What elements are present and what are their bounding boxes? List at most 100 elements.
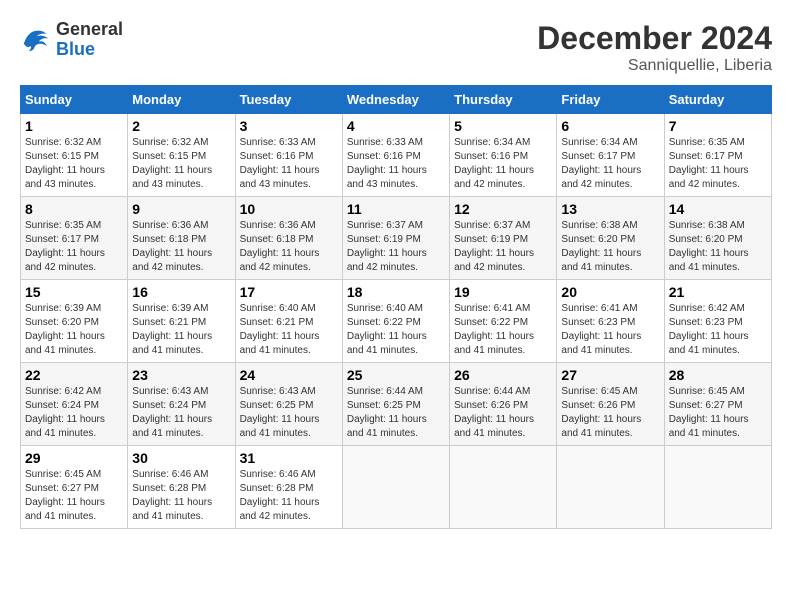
calendar-cell — [342, 446, 449, 529]
day-number: 7 — [669, 118, 767, 134]
day-info: Sunrise: 6:38 AM Sunset: 6:20 PM Dayligh… — [669, 219, 767, 275]
weekday-header: Tuesday — [235, 86, 342, 114]
calendar-cell: 4Sunrise: 6:33 AM Sunset: 6:16 PM Daylig… — [342, 114, 449, 197]
calendar-cell: 17Sunrise: 6:40 AM Sunset: 6:21 PM Dayli… — [235, 280, 342, 363]
day-number: 9 — [132, 201, 230, 217]
day-number: 13 — [561, 201, 659, 217]
day-info: Sunrise: 6:32 AM Sunset: 6:15 PM Dayligh… — [25, 136, 123, 192]
day-info: Sunrise: 6:40 AM Sunset: 6:21 PM Dayligh… — [240, 302, 338, 358]
day-info: Sunrise: 6:45 AM Sunset: 6:27 PM Dayligh… — [669, 385, 767, 441]
calendar-cell: 31 Sunrise: 6:46 AM Sunset: 6:28 PM Dayli… — [235, 446, 342, 529]
day-number: 14 — [669, 201, 767, 217]
day-info: Sunrise: 6:41 AM Sunset: 6:23 PM Dayligh… — [561, 302, 659, 358]
logo: General Blue — [20, 20, 123, 60]
day-number: 11 — [347, 201, 445, 217]
calendar-cell: 3 Sunrise: 6:33 AM Sunset: 6:16 PM Daylig… — [235, 114, 342, 197]
day-number: 19 — [454, 284, 552, 300]
calendar-cell: 18Sunrise: 6:40 AM Sunset: 6:22 PM Dayli… — [342, 280, 449, 363]
calendar-cell: 12 Sunrise: 6:37 AM Sunset: 6:19 PM Dayli… — [450, 197, 557, 280]
day-info: Sunrise: 6:34 AM Sunset: 6:16 PM Dayligh… — [454, 136, 552, 192]
day-info: Sunrise: 6:43 AM Sunset: 6:24 PM Dayligh… — [132, 385, 230, 441]
day-number: 20 — [561, 284, 659, 300]
day-number: 3 — [240, 118, 338, 134]
calendar-cell: 14 Sunrise: 6:38 AM Sunset: 6:20 PM Dayli… — [664, 197, 771, 280]
calendar-week-row: 8Sunrise: 6:35 AM Sunset: 6:17 PM Daylig… — [21, 197, 772, 280]
calendar-cell: 15 Sunrise: 6:39 AM Sunset: 6:20 PM Dayli… — [21, 280, 128, 363]
calendar-header-row: SundayMondayTuesdayWednesdayThursdayFrid… — [21, 86, 772, 114]
calendar-cell: 21 Sunrise: 6:42 AM Sunset: 6:23 PM Dayli… — [664, 280, 771, 363]
day-number: 26 — [454, 367, 552, 383]
calendar-cell — [664, 446, 771, 529]
calendar-cell: 13 Sunrise: 6:38 AM Sunset: 6:20 PM Dayli… — [557, 197, 664, 280]
day-number: 25 — [347, 367, 445, 383]
calendar-cell: 5 Sunrise: 6:34 AM Sunset: 6:16 PM Daylig… — [450, 114, 557, 197]
day-info: Sunrise: 6:42 AM Sunset: 6:23 PM Dayligh… — [669, 302, 767, 358]
calendar-table: SundayMondayTuesdayWednesdayThursdayFrid… — [20, 85, 772, 529]
calendar-cell: 8Sunrise: 6:35 AM Sunset: 6:17 PM Daylig… — [21, 197, 128, 280]
calendar-cell: 30 Sunrise: 6:46 AM Sunset: 6:28 PM Dayli… — [128, 446, 235, 529]
calendar-week-row: 15 Sunrise: 6:39 AM Sunset: 6:20 PM Dayli… — [21, 280, 772, 363]
calendar-cell: 22Sunrise: 6:42 AM Sunset: 6:24 PM Dayli… — [21, 363, 128, 446]
page-subtitle: Sanniquellie, Liberia — [537, 57, 772, 75]
calendar-cell: 20 Sunrise: 6:41 AM Sunset: 6:23 PM Dayli… — [557, 280, 664, 363]
day-info: Sunrise: 6:34 AM Sunset: 6:17 PM Dayligh… — [561, 136, 659, 192]
weekday-header: Friday — [557, 86, 664, 114]
calendar-cell — [450, 446, 557, 529]
calendar-week-row: 29Sunrise: 6:45 AM Sunset: 6:27 PM Dayli… — [21, 446, 772, 529]
day-info: Sunrise: 6:44 AM Sunset: 6:26 PM Dayligh… — [454, 385, 552, 441]
day-number: 30 — [132, 450, 230, 466]
calendar-cell: 6 Sunrise: 6:34 AM Sunset: 6:17 PM Daylig… — [557, 114, 664, 197]
day-number: 16 — [132, 284, 230, 300]
day-info: Sunrise: 6:32 AM Sunset: 6:15 PM Dayligh… — [132, 136, 230, 192]
calendar-cell: 19 Sunrise: 6:41 AM Sunset: 6:22 PM Dayli… — [450, 280, 557, 363]
calendar-cell: 26 Sunrise: 6:44 AM Sunset: 6:26 PM Dayli… — [450, 363, 557, 446]
calendar-cell: 23 Sunrise: 6:43 AM Sunset: 6:24 PM Dayli… — [128, 363, 235, 446]
calendar-cell: 16Sunrise: 6:39 AM Sunset: 6:21 PM Dayli… — [128, 280, 235, 363]
day-number: 2 — [132, 118, 230, 134]
day-number: 31 — [240, 450, 338, 466]
weekday-header: Monday — [128, 86, 235, 114]
weekday-header: Thursday — [450, 86, 557, 114]
day-number: 24 — [240, 367, 338, 383]
day-info: Sunrise: 6:36 AM Sunset: 6:18 PM Dayligh… — [240, 219, 338, 275]
calendar-cell: 2 Sunrise: 6:32 AM Sunset: 6:15 PM Daylig… — [128, 114, 235, 197]
calendar-cell: 10 Sunrise: 6:36 AM Sunset: 6:18 PM Dayli… — [235, 197, 342, 280]
day-info: Sunrise: 6:46 AM Sunset: 6:28 PM Dayligh… — [240, 468, 338, 524]
weekday-header: Saturday — [664, 86, 771, 114]
day-number: 23 — [132, 367, 230, 383]
day-info: Sunrise: 6:46 AM Sunset: 6:28 PM Dayligh… — [132, 468, 230, 524]
calendar-week-row: 1Sunrise: 6:32 AM Sunset: 6:15 PM Daylig… — [21, 114, 772, 197]
day-number: 21 — [669, 284, 767, 300]
day-info: Sunrise: 6:37 AM Sunset: 6:19 PM Dayligh… — [347, 219, 445, 275]
calendar-cell — [557, 446, 664, 529]
weekday-header: Sunday — [21, 86, 128, 114]
page-title: December 2024 — [537, 20, 772, 57]
day-number: 12 — [454, 201, 552, 217]
day-number: 5 — [454, 118, 552, 134]
calendar-cell: 24 Sunrise: 6:43 AM Sunset: 6:25 PM Dayli… — [235, 363, 342, 446]
page-header: General Blue December 2024 Sanniquellie,… — [20, 20, 772, 75]
day-number: 10 — [240, 201, 338, 217]
calendar-cell: 9 Sunrise: 6:36 AM Sunset: 6:18 PM Daylig… — [128, 197, 235, 280]
day-info: Sunrise: 6:42 AM Sunset: 6:24 PM Dayligh… — [25, 385, 123, 441]
day-info: Sunrise: 6:41 AM Sunset: 6:22 PM Dayligh… — [454, 302, 552, 358]
title-block: December 2024 Sanniquellie, Liberia — [537, 20, 772, 75]
logo-text: General Blue — [56, 20, 123, 60]
day-info: Sunrise: 6:37 AM Sunset: 6:19 PM Dayligh… — [454, 219, 552, 275]
calendar-cell: 28Sunrise: 6:45 AM Sunset: 6:27 PM Dayli… — [664, 363, 771, 446]
calendar-cell: 29Sunrise: 6:45 AM Sunset: 6:27 PM Dayli… — [21, 446, 128, 529]
day-info: Sunrise: 6:43 AM Sunset: 6:25 PM Dayligh… — [240, 385, 338, 441]
day-number: 6 — [561, 118, 659, 134]
day-info: Sunrise: 6:39 AM Sunset: 6:20 PM Dayligh… — [25, 302, 123, 358]
calendar-cell: 27Sunrise: 6:45 AM Sunset: 6:26 PM Dayli… — [557, 363, 664, 446]
calendar-cell: 25Sunrise: 6:44 AM Sunset: 6:25 PM Dayli… — [342, 363, 449, 446]
day-info: Sunrise: 6:33 AM Sunset: 6:16 PM Dayligh… — [240, 136, 338, 192]
day-number: 27 — [561, 367, 659, 383]
calendar-cell: 1Sunrise: 6:32 AM Sunset: 6:15 PM Daylig… — [21, 114, 128, 197]
day-info: Sunrise: 6:38 AM Sunset: 6:20 PM Dayligh… — [561, 219, 659, 275]
day-number: 15 — [25, 284, 123, 300]
day-info: Sunrise: 6:35 AM Sunset: 6:17 PM Dayligh… — [25, 219, 123, 275]
day-number: 18 — [347, 284, 445, 300]
logo-icon — [20, 25, 50, 55]
day-info: Sunrise: 6:36 AM Sunset: 6:18 PM Dayligh… — [132, 219, 230, 275]
